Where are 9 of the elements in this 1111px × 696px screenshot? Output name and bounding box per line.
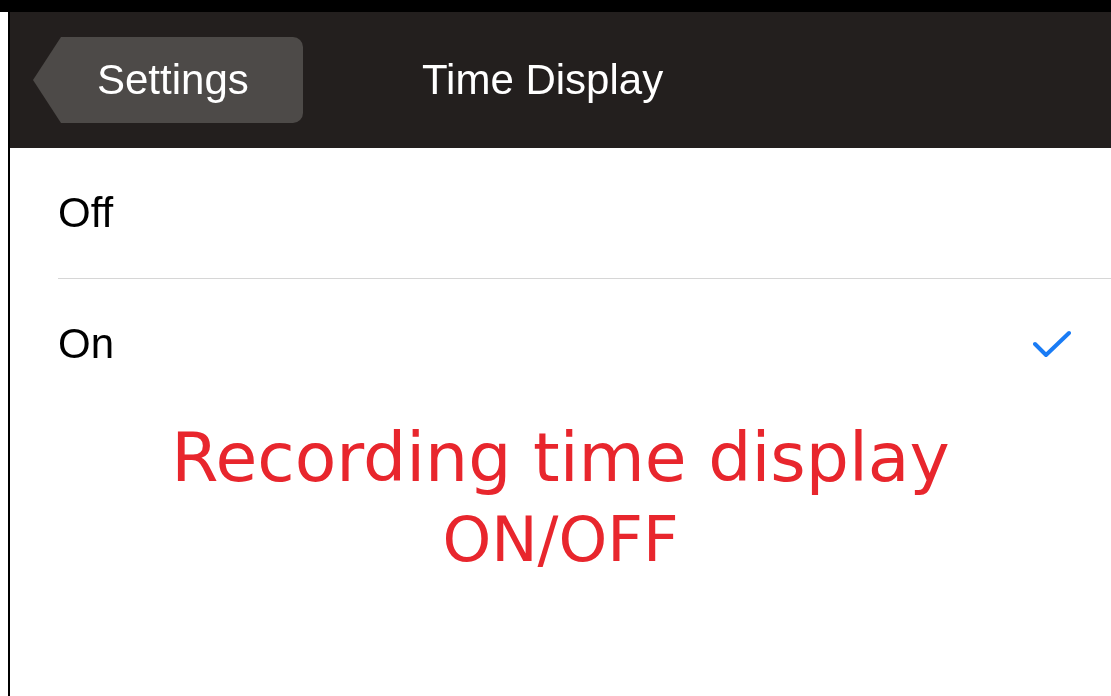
- back-button[interactable]: Settings: [33, 37, 303, 123]
- checkmark-icon: [1033, 330, 1071, 358]
- nav-title: Time Display: [422, 56, 664, 104]
- annotation-text: Recording time display: [171, 421, 950, 496]
- option-label: On: [58, 320, 115, 368]
- option-row[interactable]: On: [58, 278, 1111, 409]
- annotation-text: ON/OFF: [442, 505, 679, 574]
- option-row[interactable]: Off: [58, 148, 1111, 278]
- option-label: Off: [58, 189, 114, 237]
